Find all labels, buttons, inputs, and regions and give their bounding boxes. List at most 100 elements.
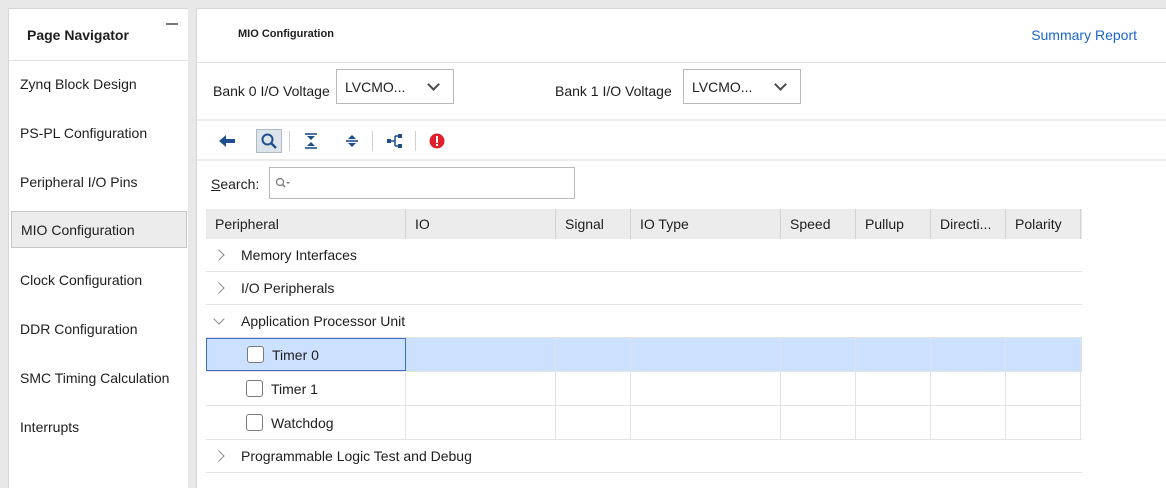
table-row-group[interactable]: Memory Interfaces — [206, 239, 1082, 272]
column-header-signal[interactable]: Signal — [556, 209, 631, 239]
back-button[interactable] — [214, 129, 240, 153]
bank0-voltage-value: LVCMO... — [345, 78, 406, 95]
timer1-checkbox[interactable] — [246, 380, 263, 397]
search-label-rest: earch: — [220, 176, 260, 192]
table-cell — [781, 406, 856, 439]
bank1-voltage-label: Bank 1 I/O Voltage — [555, 83, 672, 99]
mio-configuration-panel: MIO Configuration Summary Report Bank 0 … — [196, 8, 1166, 488]
table-cell — [406, 338, 556, 371]
nav-item-label: Interrupts — [20, 418, 80, 435]
peripheral-label: Timer 1 — [271, 380, 318, 397]
collapse-all-button[interactable] — [298, 129, 324, 153]
nav-item-zynq-block-design[interactable]: Zynq Block Design — [11, 65, 187, 102]
nav-item-label: Peripheral I/O Pins — [20, 173, 138, 190]
peripheral-cell: Watchdog — [206, 406, 406, 439]
column-header-polarity[interactable]: Polarity — [1006, 209, 1081, 239]
column-header-pullup[interactable]: Pullup — [856, 209, 931, 239]
toolbar-divider — [415, 131, 416, 151]
table-cell — [556, 338, 631, 371]
nav-item-label: PS-PL Configuration — [20, 124, 148, 141]
search-icon — [275, 177, 290, 188]
nav-item-label: Clock Configuration — [20, 271, 143, 288]
nav-item-label: SMC Timing Calculation — [20, 369, 170, 386]
table-cell — [1006, 338, 1081, 371]
table-cell — [631, 406, 781, 439]
error-icon — [429, 133, 445, 149]
bank1-voltage-value: LVCMO... — [692, 78, 753, 95]
table-row[interactable]: Timer 0 — [206, 338, 1082, 372]
page-navigator-header: Page Navigator — [9, 9, 188, 61]
toolbar-divider — [372, 131, 373, 151]
table-cell — [931, 338, 1006, 371]
table-cell — [931, 406, 1006, 439]
bank0-voltage-label: Bank 0 I/O Voltage — [213, 83, 330, 99]
table-cell — [856, 372, 931, 405]
column-header-io[interactable]: IO — [406, 209, 556, 239]
chevron-down-icon[interactable] — [213, 313, 225, 325]
show-errors-button[interactable] — [424, 129, 450, 153]
column-header-direction[interactable]: Directi... — [931, 209, 1006, 239]
minimize-icon[interactable] — [166, 23, 178, 25]
chevron-down-icon — [774, 78, 787, 91]
group-label: I/O Peripherals — [241, 280, 335, 296]
watchdog-checkbox[interactable] — [246, 414, 263, 431]
nav-item-mio-configuration[interactable]: MIO Configuration — [11, 211, 187, 248]
chevron-right-icon[interactable] — [213, 450, 225, 462]
expand-all-icon — [346, 135, 358, 147]
group-label: Memory Interfaces — [241, 247, 357, 263]
nav-item-interrupts[interactable]: Interrupts — [11, 408, 187, 445]
hierarchy-button[interactable] — [382, 129, 408, 153]
table-cell — [556, 372, 631, 405]
timer0-checkbox[interactable] — [247, 346, 264, 363]
peripheral-label: Timer 0 — [272, 346, 319, 363]
group-label: Programmable Logic Test and Debug — [241, 448, 472, 464]
table-cell — [1006, 406, 1081, 439]
column-header-speed[interactable]: Speed — [781, 209, 856, 239]
nav-item-ddr-configuration[interactable]: DDR Configuration — [11, 310, 187, 347]
collapse-all-icon — [305, 133, 317, 149]
search-icon — [261, 133, 277, 149]
expand-all-button[interactable] — [339, 129, 365, 153]
table-cell — [781, 372, 856, 405]
chevron-right-icon[interactable] — [213, 249, 225, 261]
page-title: MIO Configuration — [238, 28, 334, 40]
table-cell — [856, 338, 931, 371]
table-row-group[interactable]: Programmable Logic Test and Debug — [206, 440, 1082, 473]
search-toggle-button[interactable] — [256, 129, 282, 153]
table-cell — [781, 338, 856, 371]
table-row[interactable]: Watchdog — [206, 406, 1082, 440]
search-label: Search: — [211, 176, 259, 192]
peripheral-cell: Timer 0 — [206, 338, 406, 371]
search-label-mnemonic: S — [211, 176, 221, 192]
nav-item-smc-timing-calculation[interactable]: SMC Timing Calculation — [11, 359, 187, 396]
search-input[interactable] — [269, 167, 575, 199]
column-header-peripheral[interactable]: Peripheral — [206, 209, 406, 239]
back-arrow-icon — [219, 135, 235, 147]
table-cell — [1006, 372, 1081, 405]
bank0-voltage-select[interactable]: LVCMO... — [336, 69, 454, 104]
nav-item-peripheral-io-pins[interactable]: Peripheral I/O Pins — [11, 163, 187, 200]
table-cell — [556, 406, 631, 439]
nav-item-label: MIO Configuration — [21, 221, 135, 238]
chevron-down-icon — [427, 78, 440, 91]
peripheral-label: Watchdog — [271, 414, 334, 431]
table-header: Peripheral IO Signal IO Type Speed Pullu… — [206, 209, 1082, 239]
nav-item-ps-pl-configuration[interactable]: PS-PL Configuration — [11, 114, 187, 151]
page-navigator-title: Page Navigator — [27, 26, 129, 43]
mio-table: Peripheral IO Signal IO Type Speed Pullu… — [206, 209, 1082, 473]
table-toolbar — [197, 121, 1166, 161]
table-row[interactable]: Timer 1 — [206, 372, 1082, 406]
table-row-group[interactable]: I/O Peripherals — [206, 272, 1082, 305]
column-header-io-type[interactable]: IO Type — [631, 209, 781, 239]
bank1-voltage-select[interactable]: LVCMO... — [683, 69, 801, 104]
panel-header: MIO Configuration Summary Report — [197, 9, 1166, 63]
nav-item-clock-configuration[interactable]: Clock Configuration — [11, 261, 187, 298]
toolbar-divider — [289, 131, 290, 151]
table-row-group[interactable]: Application Processor Unit — [206, 305, 1082, 338]
nav-item-label: DDR Configuration — [20, 320, 138, 337]
table-cell — [406, 406, 556, 439]
chevron-right-icon[interactable] — [213, 282, 225, 294]
search-row: Search: — [197, 161, 1166, 207]
summary-report-link[interactable]: Summary Report — [1031, 27, 1137, 43]
page-navigator-panel: Page Navigator Zynq Block Design PS-PL C… — [8, 8, 188, 488]
